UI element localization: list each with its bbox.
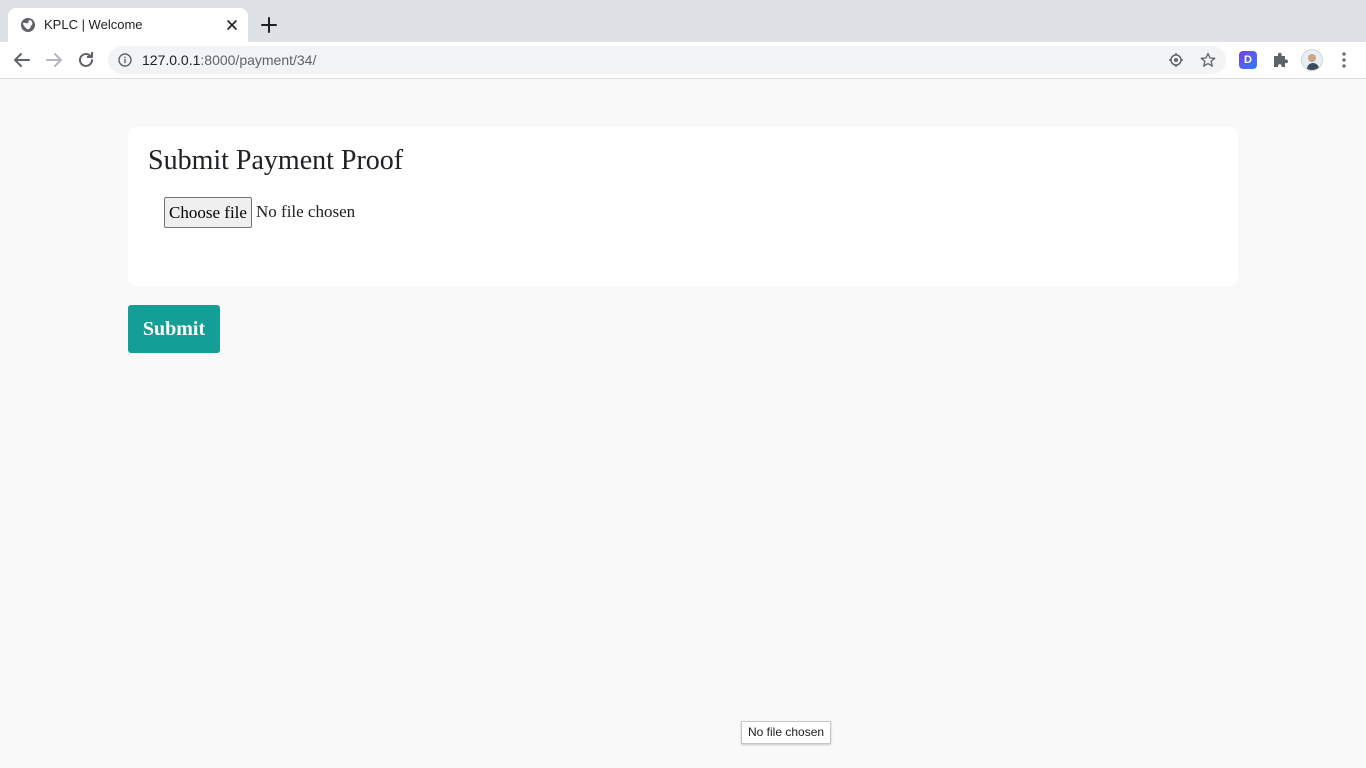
back-icon[interactable] [12, 50, 32, 70]
forward-icon[interactable] [44, 50, 64, 70]
payment-proof-card: Submit Payment Proof Choose file No file… [128, 127, 1238, 286]
tab-strip: KPLC | Welcome [0, 0, 1366, 42]
page-title: Submit Payment Proof [148, 145, 404, 176]
file-tooltip: No file chosen [741, 721, 832, 744]
choose-file-button[interactable]: Choose file [164, 197, 252, 228]
globe-icon [21, 18, 35, 32]
submit-button[interactable]: Submit [128, 305, 220, 353]
menu-icon[interactable] [1336, 51, 1352, 69]
tab-title: KPLC | Welcome [44, 17, 143, 32]
url-host: 127.0.0.1 [142, 52, 201, 68]
extension-d-icon[interactable]: D [1239, 51, 1257, 69]
profile-avatar[interactable] [1301, 49, 1323, 71]
site-info-icon[interactable] [118, 53, 132, 67]
star-icon[interactable] [1200, 52, 1216, 68]
url-path: :8000/payment/34/ [200, 52, 317, 68]
url-text[interactable]: 127.0.0.1:8000/payment/34/ [142, 52, 316, 68]
puzzle-icon[interactable] [1271, 51, 1289, 69]
close-icon[interactable] [224, 17, 240, 33]
address-bar[interactable]: 127.0.0.1:8000/payment/34/ [108, 46, 1226, 74]
reload-icon[interactable] [76, 50, 96, 70]
browser-toolbar: 127.0.0.1:8000/payment/34/ D [0, 42, 1366, 79]
browser-tab[interactable]: KPLC | Welcome [8, 8, 248, 42]
location-icon[interactable] [1168, 52, 1184, 68]
file-status-text: No file chosen [256, 202, 356, 221]
new-tab-icon[interactable] [260, 16, 278, 34]
